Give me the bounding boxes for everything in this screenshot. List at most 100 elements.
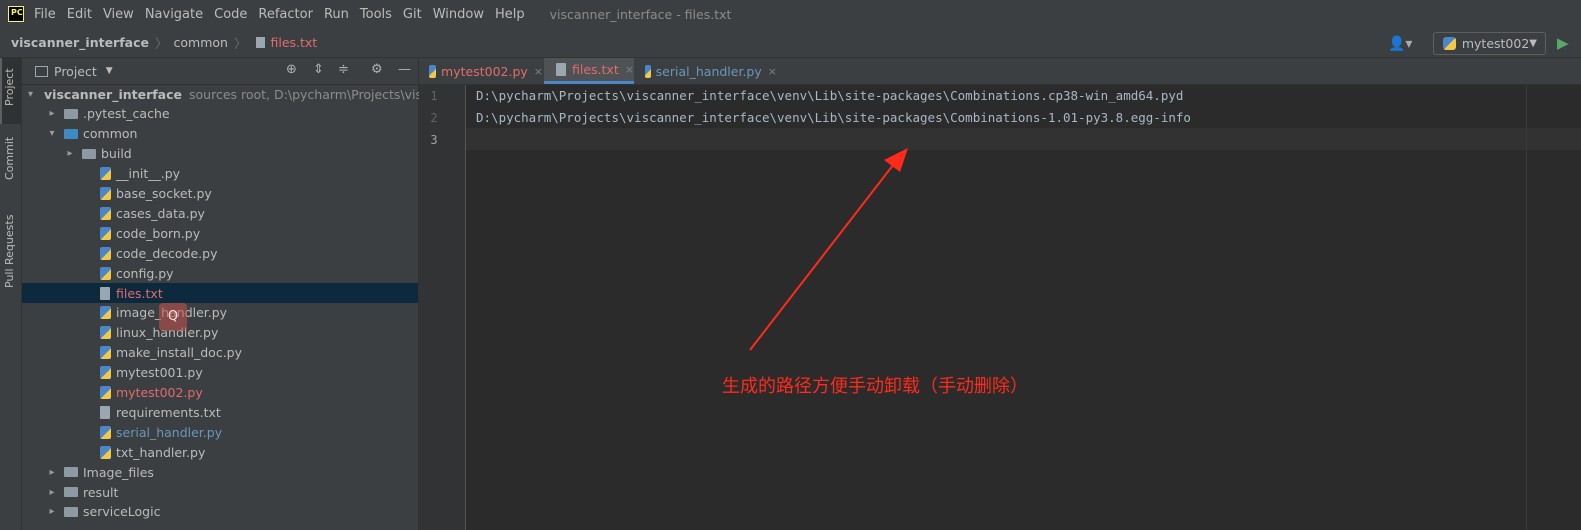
close-icon[interactable]: × [768,65,777,78]
python-icon [1443,37,1456,50]
menu-file[interactable]: File [34,7,56,22]
run-configuration-select[interactable]: mytest002 ▼ [1433,32,1546,55]
tab-files-txt[interactable]: files.txt × [544,58,634,84]
tree-item[interactable]: ▸ serviceLogic [22,502,418,522]
tab-mytest002[interactable]: mytest002.py × [419,58,543,84]
collapse-all-icon[interactable]: ≑ [338,62,349,77]
tab-label: mytest002.py [441,63,528,79]
tree-item[interactable]: __init__.py [22,164,418,184]
expand-all-icon[interactable]: ⇕ [313,62,324,77]
tree-item[interactable]: txt_handler.py [22,442,418,462]
chevron-down-icon[interactable]: ▾ [28,89,33,100]
python-file-icon [100,306,111,320]
tree-item[interactable]: serial_handler.py [22,422,418,442]
python-file-icon [100,206,111,220]
annotation-text: 生成的路径方便手动卸载（手动删除） [722,376,1028,397]
chevron-right-icon[interactable]: ▸ [64,148,76,159]
chevron-down-icon: ▼ [1529,38,1537,49]
line-number-gutter: 1 2 3 [419,85,466,530]
tree-item[interactable]: base_socket.py [22,184,418,204]
tree-item[interactable]: ▸ .pytest_cache [22,104,418,124]
menu-run[interactable]: Run [324,7,349,22]
tree-item[interactable]: code_born.py [22,223,418,243]
tree-item[interactable]: code_decode.py [22,243,418,263]
code-line[interactable]: D:\pycharm\Projects\viscanner_interface\… [476,88,1183,103]
line-number: 2 [430,111,438,125]
current-line-highlight [466,128,1581,150]
python-file-icon [100,346,111,360]
menu-window[interactable]: Window [433,7,484,22]
tree-item-label: __init__.py [116,166,181,182]
folder-icon [82,148,96,159]
chevron-down-icon[interactable]: ▼ [106,66,113,76]
chevron-down-icon[interactable]: ▾ [46,128,58,139]
chevron-right-icon[interactable]: ▸ [46,487,58,498]
project-panel: Project ▼ ⊕ ⇕ ≑ ⚙ — ▾ viscanner_interface… [22,58,438,530]
play-icon[interactable]: ▶ [1557,34,1569,52]
tab-serial-handler[interactable]: serial_handler.py × [637,58,777,84]
tree-item-label: requirements.txt [116,404,221,420]
folder-icon [64,467,78,478]
code-editor[interactable]: 1 2 3 D:\pycharm\Projects\viscanner_inte… [419,85,1581,530]
menu-git[interactable]: Git [403,7,422,22]
tree-item-label: config.py [116,265,174,281]
tree-item[interactable]: ▾ common [22,124,418,144]
tree-item[interactable]: linux_handler.py [22,323,418,343]
pycharm-logo-icon: PC [8,6,24,22]
folder-icon [64,506,78,517]
chevron-right-icon[interactable]: ▸ [46,108,58,119]
user-icon[interactable]: 👤▾ [1388,36,1412,52]
tool-tab-pull-requests[interactable]: Pull Requests [3,215,16,288]
tree-item-label: code_born.py [116,225,201,241]
tree-item[interactable]: image_handler.py [22,303,418,323]
tree-item[interactable]: ▾ viscanner_interface sources root, D:\pyc… [22,84,437,104]
tree-item[interactable]: ▸ Image_files [22,462,418,482]
tree-item[interactable]: make_install_doc.py [22,343,418,363]
menu-edit[interactable]: Edit [67,7,92,22]
tree-item-label: cases_data.py [116,205,205,221]
chevron-right-icon[interactable]: ▸ [46,467,58,478]
tree-item-path: sources root, D:\pycharm\Projects\visca [189,86,437,102]
breadcrumb-folder[interactable]: common [174,35,228,50]
project-icon [35,65,48,77]
chevron-right-icon[interactable]: ▸ [46,506,58,517]
breadcrumb-separator-icon: 〉 [233,36,247,51]
menu-help[interactable]: Help [495,7,525,22]
tree-item[interactable]: requirements.txt [22,402,418,422]
code-line[interactable]: D:\pycharm\Projects\viscanner_interface\… [476,110,1191,125]
tree-item[interactable]: files.txt [22,283,418,303]
tab-label: serial_handler.py [655,63,762,79]
tree-item-label: common [83,126,138,142]
tab-label: files.txt [572,62,619,77]
locate-icon[interactable]: ⊕ [286,62,297,77]
breadcrumb-project[interactable]: viscanner_interface [11,35,149,50]
tree-item[interactable]: mytest002.py [22,383,418,403]
run-configuration-label: mytest002 [1461,36,1530,51]
tree-item[interactable]: config.py [22,263,418,283]
breadcrumb-file[interactable]: files.txt [270,35,317,50]
search-icon: Q [159,303,187,331]
tree-item[interactable]: ▸ result [22,482,418,502]
text-file-icon [100,405,110,419]
tree-item-label: serial_handler.py [116,424,223,440]
menu-navigate[interactable]: Navigate [145,7,203,22]
menu-tools[interactable]: Tools [360,7,392,22]
tree-item-label: mytest002.py [116,385,203,400]
navigation-bar: viscanner_interface 〉 common 〉 files.txt [0,28,1581,58]
tool-tab-project[interactable]: Project [3,68,16,106]
tree-item[interactable]: cases_data.py [22,203,418,223]
menu-bar: PC File Edit View Navigate Code Refactor… [0,0,1581,28]
minimize-icon[interactable]: — [398,62,411,77]
tree-item[interactable]: ▸ build [22,144,418,164]
menu-code[interactable]: Code [214,7,247,22]
menu-view[interactable]: View [103,7,134,22]
editor-tabs: mytest002.py × files.txt × serial_handle… [419,58,1581,85]
menu-refactor[interactable]: Refactor [258,7,313,22]
project-panel-title[interactable]: Project [54,64,97,79]
close-icon[interactable]: × [625,63,634,76]
left-tool-strip: Project Commit Pull Requests [0,58,22,530]
close-icon[interactable]: × [534,65,543,78]
gear-icon[interactable]: ⚙ [371,62,383,77]
tree-item[interactable]: mytest001.py [22,363,418,383]
tool-tab-commit[interactable]: Commit [3,137,16,180]
